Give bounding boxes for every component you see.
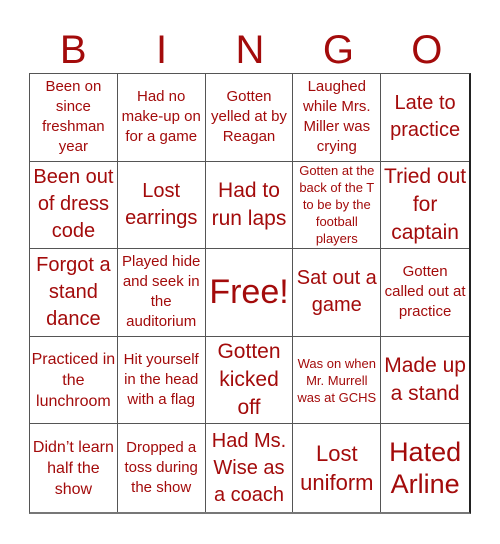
bingo-cell[interactable]: Hit yourself in the head with a flag xyxy=(117,336,206,425)
bingo-cell[interactable]: Tried out for captain xyxy=(381,162,469,250)
bingo-cell[interactable]: Dropped a toss during the show xyxy=(118,424,206,512)
bingo-cell[interactable]: Gotten called out at practice xyxy=(381,249,469,337)
bingo-cell[interactable]: Lost earrings xyxy=(117,161,206,250)
bingo-cell[interactable]: Made up a stand xyxy=(381,337,469,425)
header-letter-o: O xyxy=(411,28,443,72)
bingo-cell[interactable]: Sat out a game xyxy=(293,249,382,337)
header-letter-g: G xyxy=(322,28,354,72)
bingo-cell[interactable]: Forgot a stand dance xyxy=(30,249,118,337)
bingo-cell[interactable]: Hated Arline xyxy=(381,424,469,512)
bingo-cell[interactable]: Gotten yelled at by Reagan xyxy=(205,74,294,162)
bingo-cell[interactable]: Didn’t learn half the show xyxy=(30,424,118,512)
bingo-cell[interactable]: Had Ms. Wise as a coach xyxy=(206,424,294,512)
bingo-cell[interactable]: Had to run laps xyxy=(205,161,294,250)
bingo-header: B I N G O xyxy=(29,28,471,73)
bingo-cell[interactable]: Had no make-up on for a game xyxy=(117,74,206,162)
header-letter-n: N xyxy=(235,28,265,72)
header-letter-i: I xyxy=(156,28,168,72)
bingo-cell[interactable]: Been out of dress code xyxy=(30,161,118,250)
bingo-cell[interactable]: Was on when Mr. Murrell was at GCHS xyxy=(293,336,382,425)
bingo-cell[interactable]: Gotten kicked off xyxy=(205,336,294,425)
bingo-cell[interactable]: Played hide and seek in the auditorium xyxy=(117,249,206,337)
bingo-cell[interactable]: Laughed while Mrs. Miller was crying xyxy=(293,74,382,162)
bingo-cell[interactable]: Been on since freshman year xyxy=(30,74,118,162)
bingo-free-cell[interactable]: Free! xyxy=(205,249,294,337)
bingo-cell[interactable]: Gotten at the back of the T to be by the… xyxy=(293,161,382,250)
bingo-cell[interactable]: Late to practice xyxy=(381,74,469,162)
bingo-card: Been on since freshman year Had no make-… xyxy=(29,73,471,514)
bingo-cell[interactable]: Lost uniform xyxy=(293,424,382,512)
bingo-cell[interactable]: Practiced in the lunchroom xyxy=(30,336,118,425)
header-letter-b: B xyxy=(59,28,87,72)
